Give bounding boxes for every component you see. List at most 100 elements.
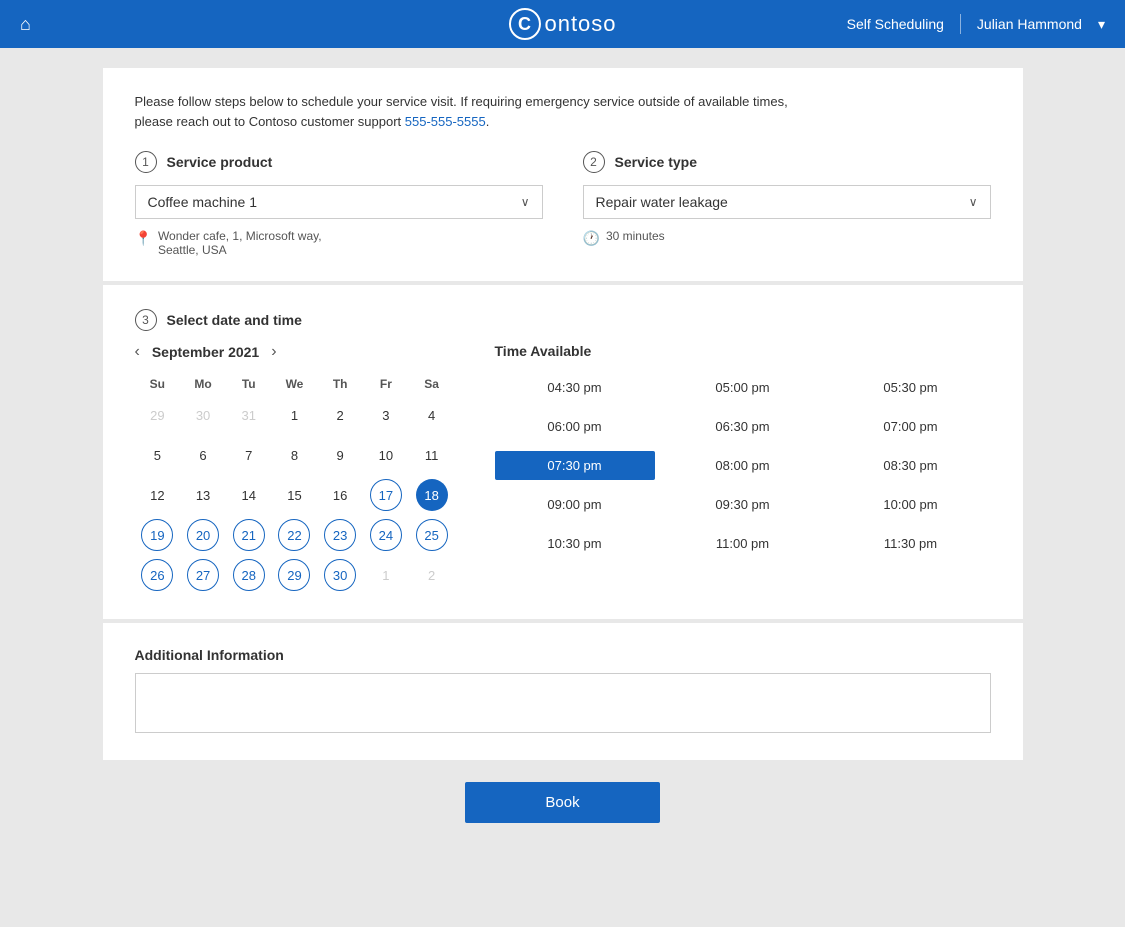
time-slot[interactable]: 09:30 pm (663, 490, 823, 519)
calendar-day-selected[interactable]: 18 (416, 479, 448, 511)
step-1-header: 1 Service product (135, 151, 543, 173)
calendar-day-inactive: 30 (187, 399, 219, 431)
calendar-grid: SuMoTuWeThFrSa 2930311234567891011121314… (135, 373, 455, 595)
step-sections: 1 Service product Coffee machine 1 ∨ 📍 W… (135, 151, 991, 257)
calendar-day-range[interactable]: 24 (370, 519, 402, 551)
cal-day-of-week: Sa (409, 373, 455, 395)
user-menu[interactable]: Julian Hammond (977, 16, 1082, 32)
time-slot[interactable]: 06:00 pm (495, 412, 655, 441)
calendar-day-range[interactable]: 23 (324, 519, 356, 551)
calendar-header-row: SuMoTuWeThFrSa (135, 373, 455, 395)
calendar-day[interactable]: 2 (324, 399, 356, 431)
calendar-day-range[interactable]: 26 (141, 559, 173, 591)
calendar-day-range[interactable]: 30 (324, 559, 356, 591)
calendar-day-range[interactable]: 25 (416, 519, 448, 551)
calendar-day[interactable]: 3 (370, 399, 402, 431)
time-slot[interactable]: 10:30 pm (495, 529, 655, 558)
calendar-day[interactable]: 9 (324, 439, 356, 471)
calendar-day[interactable]: 4 (416, 399, 448, 431)
intro-paragraph: Please follow steps below to schedule yo… (135, 92, 991, 131)
date-time-section: ‹ September 2021 › SuMoTuWeThFrSa 293031… (135, 343, 991, 595)
calendar: ‹ September 2021 › SuMoTuWeThFrSa 293031… (135, 343, 455, 595)
time-available-title: Time Available (495, 343, 991, 359)
additional-info-section: Additional Information (103, 623, 1023, 760)
additional-input[interactable] (135, 673, 991, 733)
calendar-next-btn[interactable]: › (271, 343, 276, 361)
service-product-dropdown[interactable]: Coffee machine 1 ∨ (135, 185, 543, 219)
service-product-value: Coffee machine 1 (148, 194, 257, 210)
calendar-body: 2930311234567891011121314151617181920212… (135, 395, 455, 595)
cal-day-of-week: Tu (226, 373, 272, 395)
time-slot[interactable]: 04:30 pm (495, 373, 655, 402)
calendar-day[interactable]: 13 (187, 479, 219, 511)
time-grid: 04:30 pm 05:00 pm 05:30 pm 06:00 pm 06:30 pm… (495, 373, 991, 558)
cal-day-of-week: Mo (180, 373, 226, 395)
step-1-title: Service product (167, 154, 273, 170)
book-section: Book (103, 762, 1023, 843)
calendar-week-row: 56789 10 11 (135, 435, 455, 475)
cal-day-of-week: We (272, 373, 318, 395)
calendar-day-range[interactable]: 19 (141, 519, 173, 551)
calendar-day[interactable]: 14 (233, 479, 265, 511)
time-slot[interactable]: 05:00 pm (663, 373, 823, 402)
self-scheduling-label: Self Scheduling (847, 16, 944, 32)
calendar-day-range[interactable]: 29 (278, 559, 310, 591)
calendar-day[interactable]: 8 (278, 439, 310, 471)
time-slot[interactable]: 11:30 pm (831, 529, 991, 558)
calendar-week-row: 2930311234 (135, 395, 455, 435)
header: ⌂ C ontoso Self Scheduling Julian Hammon… (0, 0, 1125, 48)
step-1-section: 1 Service product Coffee machine 1 ∨ 📍 W… (135, 151, 543, 257)
duration-icon: 🕐 (583, 230, 600, 247)
calendar-day-range[interactable]: 20 (187, 519, 219, 551)
calendar-week-row: 19 20 21 22 23 24 25 (135, 515, 455, 555)
step-3-title: Select date and time (167, 312, 302, 328)
calendar-day-range[interactable]: 28 (233, 559, 265, 591)
header-right: Self Scheduling Julian Hammond ▾ (847, 14, 1105, 34)
step-2-number: 2 (583, 151, 605, 173)
time-slot[interactable]: 08:30 pm (831, 451, 991, 480)
home-icon[interactable]: ⌂ (20, 14, 31, 35)
duration-text: 30 minutes (606, 229, 665, 243)
calendar-day-inactive: 1 (370, 559, 402, 591)
calendar-prev-btn[interactable]: ‹ (135, 343, 140, 361)
calendar-day[interactable]: 11 (416, 439, 448, 471)
time-slot[interactable]: 05:30 pm (831, 373, 991, 402)
cal-day-of-week: Su (135, 373, 181, 395)
service-type-dropdown[interactable]: Repair water leakage ∨ (583, 185, 991, 219)
time-slot[interactable]: 06:30 pm (663, 412, 823, 441)
calendar-day-inactive: 29 (141, 399, 173, 431)
calendar-week-row: 12 13 14 15 16 17 18 (135, 475, 455, 515)
calendar-day[interactable]: 1 (278, 399, 310, 431)
step-3-header: 3 Select date and time (135, 309, 991, 331)
user-dropdown-arrow[interactable]: ▾ (1098, 16, 1105, 33)
steps-1-2-card: Please follow steps below to schedule yo… (103, 68, 1023, 281)
location-info: 📍 Wonder cafe, 1, Microsoft way, Seattle… (135, 229, 543, 257)
calendar-day-range[interactable]: 21 (233, 519, 265, 551)
time-slot[interactable]: 11:00 pm (663, 529, 823, 558)
time-slot[interactable]: 08:00 pm (663, 451, 823, 480)
time-slot[interactable]: 07:00 pm (831, 412, 991, 441)
time-slot[interactable]: 07:30 pm (495, 451, 655, 480)
time-slot[interactable]: 09:00 pm (495, 490, 655, 519)
calendar-day-range[interactable]: 27 (187, 559, 219, 591)
additional-label: Additional Information (135, 647, 991, 663)
calendar-day[interactable]: 15 (278, 479, 310, 511)
calendar-day[interactable]: 5 (141, 439, 173, 471)
calendar-day-range[interactable]: 22 (278, 519, 310, 551)
calendar-day[interactable]: 16 (324, 479, 356, 511)
logo-c-letter: C (518, 14, 531, 35)
time-slot[interactable]: 10:00 pm (831, 490, 991, 519)
step-3-number: 3 (135, 309, 157, 331)
time-available-section: Time Available 04:30 pm05:00 pm05:30 pm0… (495, 343, 991, 595)
book-button[interactable]: Book (465, 782, 659, 823)
calendar-day-today[interactable]: 17 (370, 479, 402, 511)
calendar-day[interactable]: 10 (370, 439, 402, 471)
calendar-day[interactable]: 6 (187, 439, 219, 471)
service-type-arrow: ∨ (969, 195, 978, 209)
calendar-day[interactable]: 7 (233, 439, 265, 471)
support-phone-link[interactable]: 555-555-5555 (405, 114, 486, 129)
step-2-header: 2 Service type (583, 151, 991, 173)
calendar-day[interactable]: 12 (141, 479, 173, 511)
calendar-week-row: 262728293012 (135, 555, 455, 595)
main-content: Please follow steps below to schedule yo… (0, 48, 1125, 927)
